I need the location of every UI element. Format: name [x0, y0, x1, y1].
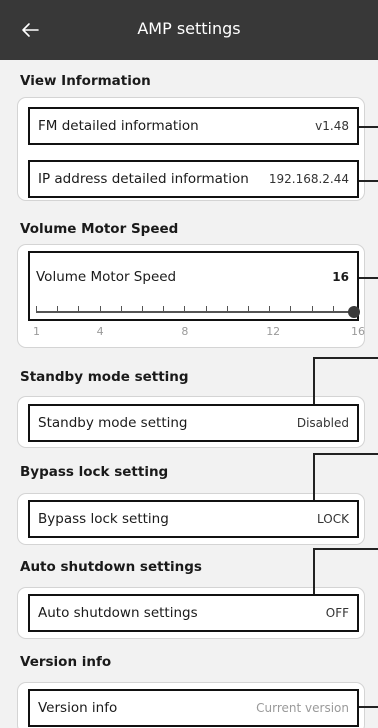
- slider-tick: [163, 306, 165, 311]
- callout-line: [313, 357, 315, 404]
- slider-tick: [248, 306, 249, 311]
- standby-mode-value: Disabled: [296, 416, 349, 430]
- callout-line: [313, 453, 315, 500]
- ip-address-value: 192.168.2.44: [268, 172, 349, 186]
- volume-slider-thumb[interactable]: [348, 306, 360, 318]
- standby-mode-setting-row[interactable]: Standby mode setting Disabled: [28, 404, 359, 442]
- slider-tick: [205, 306, 207, 311]
- callout-line: [359, 277, 378, 279]
- slider-tick: [226, 306, 228, 311]
- slider-tick-label: 4: [96, 325, 104, 338]
- slider-tick: [78, 306, 80, 311]
- page-title: AMP settings: [137, 19, 241, 38]
- callout-line: [313, 357, 378, 359]
- slider-tick-label: 16: [351, 325, 365, 338]
- ip-address-detailed-information-row[interactable]: IP address detailed information 192.168.…: [28, 160, 359, 198]
- slider-tick: [142, 306, 143, 311]
- callout-line: [359, 706, 378, 708]
- volume-motor-speed-control: Volume Motor Speed 16: [28, 251, 360, 321]
- ip-address-detailed-information-label: IP address detailed information: [38, 171, 249, 187]
- section-title-bypass-lock: Bypass lock setting: [20, 464, 169, 480]
- bypass-lock-setting-label: Bypass lock setting: [38, 511, 169, 527]
- slider-tick: [311, 306, 313, 311]
- slider-tick: [269, 306, 271, 311]
- section-title-view-information: View Information: [20, 73, 151, 89]
- volume-motor-speed-label: Volume Motor Speed: [36, 269, 177, 285]
- volume-slider-track[interactable]: [36, 311, 354, 313]
- version-info-label: Version info: [38, 700, 118, 716]
- section-title-version-info: Version info: [20, 654, 112, 670]
- bypass-lock-setting-row[interactable]: Bypass lock setting LOCK: [28, 500, 359, 538]
- callout-line: [313, 548, 378, 550]
- auto-shutdown-settings-row[interactable]: Auto shutdown settings OFF: [28, 594, 359, 632]
- bypass-lock-value: LOCK: [317, 512, 349, 526]
- auto-shutdown-settings-label: Auto shutdown settings: [38, 605, 198, 621]
- version-info-value: Current version: [256, 701, 349, 715]
- slider-tick: [57, 306, 59, 311]
- standby-mode-setting-label: Standby mode setting: [38, 415, 188, 431]
- auto-shutdown-value: OFF: [325, 606, 349, 620]
- version-info-row[interactable]: Version info Current version: [28, 689, 359, 727]
- slider-tick: [36, 306, 37, 311]
- slider-tick: [120, 306, 122, 311]
- section-title-volume-motor-speed: Volume Motor Speed: [20, 221, 179, 237]
- app-bar: AMP settings: [0, 0, 378, 60]
- fm-detailed-information-label: FM detailed information: [38, 118, 199, 134]
- fm-detailed-information-row[interactable]: FM detailed information v1.48: [28, 107, 359, 145]
- slider-tick: [290, 306, 292, 311]
- slider-tick-label: 1: [33, 325, 40, 338]
- slider-tick-label: 8: [181, 325, 189, 338]
- slider-tick: [99, 306, 101, 311]
- fm-version-value: v1.48: [315, 119, 349, 133]
- volume-motor-speed-value: 16: [332, 270, 349, 284]
- slider-tick: [332, 306, 334, 311]
- callout-line: [359, 180, 378, 182]
- section-title-standby-mode: Standby mode setting: [20, 369, 189, 385]
- slider-tick-label: 12: [266, 325, 281, 338]
- section-title-auto-shutdown: Auto shutdown settings: [20, 559, 202, 575]
- callout-line: [313, 548, 315, 594]
- slider-tick: [184, 306, 186, 311]
- callout-line: [313, 453, 378, 455]
